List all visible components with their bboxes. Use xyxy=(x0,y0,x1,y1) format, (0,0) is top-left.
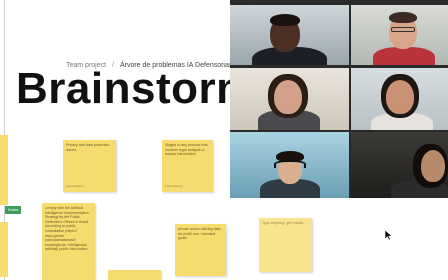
participant-video-tile[interactable] xyxy=(230,132,349,198)
sticky-note[interactable]: Privacy and data protection issues Lorem… xyxy=(63,140,116,192)
sticky-note-author: Lorem ipsum xyxy=(66,184,84,189)
sticky-note-text: Privacy and data protection issues xyxy=(66,143,110,152)
sticky-note-author: Lorem ipsum xyxy=(165,184,183,189)
sticky-note-text: comply with the Artificial Intelligence … xyxy=(45,206,90,252)
mouse-cursor-icon xyxy=(385,230,393,240)
video-call-grid xyxy=(230,0,448,198)
sticky-note[interactable]: private actors utilizing data for profit… xyxy=(175,224,226,276)
sticky-note-text: private actors utilizing data for profit… xyxy=(178,227,221,241)
sticky-note-partial[interactable] xyxy=(0,135,8,205)
sticky-note-text: Type anything, get results... xyxy=(262,221,306,225)
sticky-note-partial[interactable] xyxy=(0,222,8,277)
notes-tag[interactable]: Notes xyxy=(5,206,21,214)
participant-video-tile[interactable] xyxy=(230,68,349,130)
participant-video-tile[interactable] xyxy=(351,68,448,130)
sticky-note[interactable]: Stages of any process that involves lega… xyxy=(162,140,213,192)
participant-video-tile[interactable] xyxy=(351,132,448,198)
sticky-note[interactable]: comply with the Artificial Intelligence … xyxy=(42,203,95,280)
participant-video-tile[interactable] xyxy=(230,5,349,65)
board-title[interactable]: Brainstorm xyxy=(16,64,256,114)
sticky-note[interactable]: Type anything, get results... xyxy=(259,218,312,272)
participant-video-tile[interactable] xyxy=(351,5,448,65)
sticky-note-text: Stages of any process that involves lega… xyxy=(165,143,208,157)
sticky-note-partial[interactable] xyxy=(108,270,161,280)
